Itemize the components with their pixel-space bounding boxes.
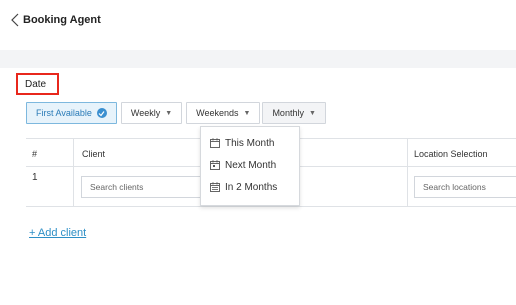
column-header-number: # — [32, 149, 38, 159]
calendar-icon — [210, 182, 220, 192]
menu-item-this-month[interactable]: This Month — [201, 132, 299, 154]
menu-item-label: This Month — [225, 137, 275, 149]
menu-item-in-2-months[interactable]: In 2 Months — [201, 176, 299, 198]
header-separator — [0, 50, 516, 68]
client-search-input[interactable]: Search clients — [81, 176, 201, 198]
date-label-text: Date — [25, 78, 47, 90]
header: Booking Agent — [0, 0, 516, 50]
location-search-placeholder: Search locations — [423, 182, 486, 192]
calendar-icon — [210, 138, 220, 148]
tab-first-available[interactable]: First Available — [26, 102, 117, 124]
client-search-placeholder: Search clients — [90, 182, 144, 192]
row-number: 1 — [32, 172, 38, 183]
column-header-location: Location Selection — [414, 149, 488, 159]
tab-weekly[interactable]: Weekly ▼ — [120, 102, 183, 124]
caret-down-icon: ▼ — [243, 109, 251, 117]
caret-down-icon: ▼ — [308, 109, 316, 117]
check-circle-icon — [96, 108, 107, 118]
date-tabs: First Available Weekly ▼ Weekends ▼ Mont… — [26, 102, 330, 124]
column-header-client: Client — [82, 149, 106, 159]
tab-label: First Available — [36, 108, 92, 118]
date-label: Date — [16, 73, 59, 95]
tab-label: Monthly — [272, 108, 304, 118]
menu-item-label: In 2 Months — [225, 181, 278, 193]
tab-monthly[interactable]: Monthly ▼ — [262, 102, 326, 124]
page-title: Booking Agent — [23, 14, 101, 26]
caret-down-icon: ▼ — [165, 109, 173, 117]
back-button[interactable]: Booking Agent — [10, 13, 101, 27]
add-client-link[interactable]: + Add client — [29, 227, 86, 239]
location-search-input[interactable]: Search locations — [414, 176, 516, 198]
tab-label: Weekly — [130, 108, 161, 118]
tab-weekends[interactable]: Weekends ▼ — [186, 102, 261, 124]
menu-item-next-month[interactable]: Next Month — [201, 154, 299, 176]
tab-label: Weekends — [196, 108, 239, 118]
chevron-left-icon — [11, 13, 19, 27]
monthly-dropdown-menu: This Month Next Month In 2 Months — [200, 126, 300, 206]
menu-item-label: Next Month — [225, 159, 277, 171]
calendar-icon — [210, 160, 220, 170]
